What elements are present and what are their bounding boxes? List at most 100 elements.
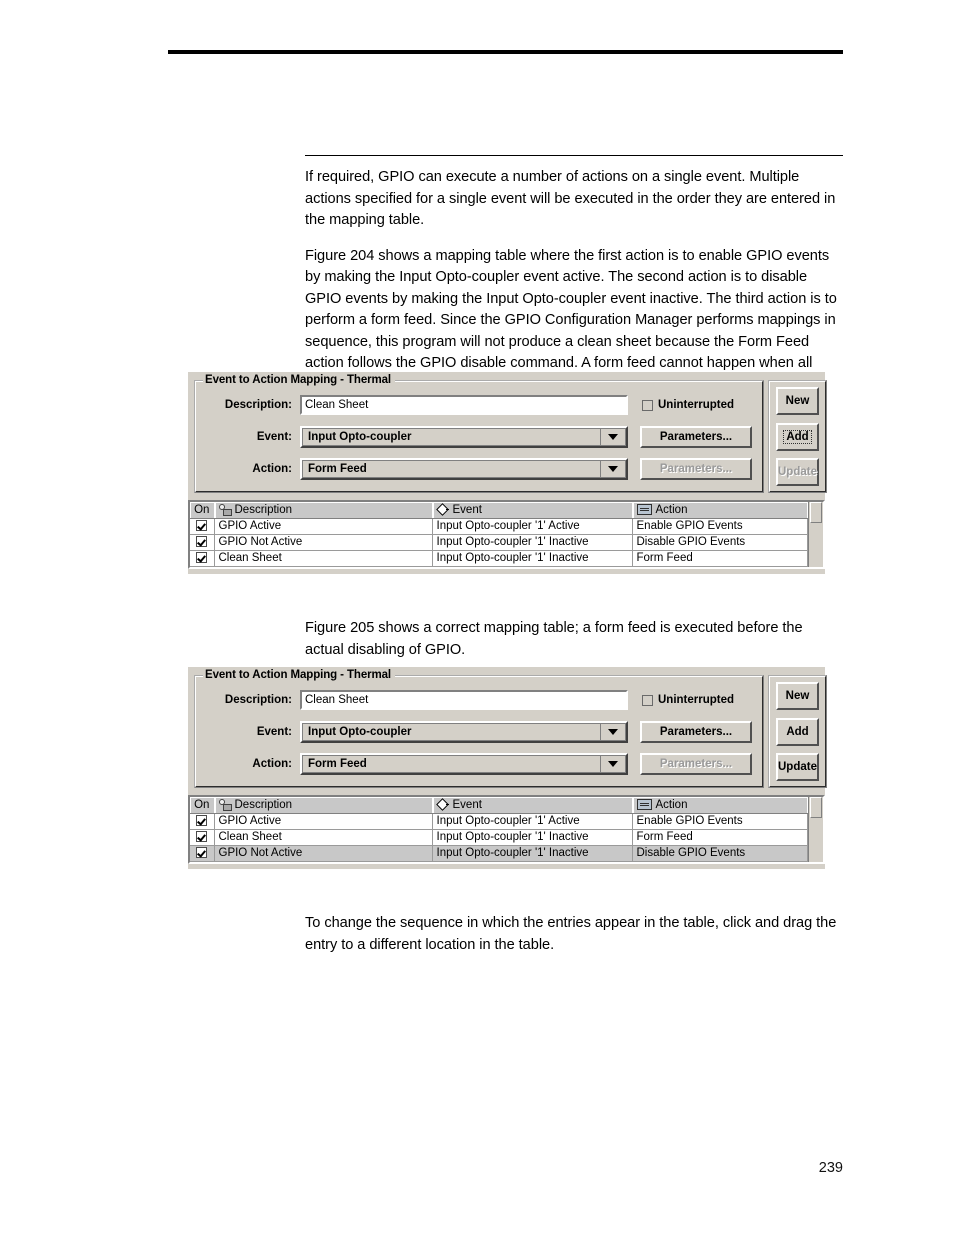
sort-icon: [218, 503, 232, 516]
column-header-event[interactable]: Event: [432, 797, 633, 814]
header-rule: [168, 50, 843, 54]
table-header-row: On Description Event Action: [190, 502, 808, 519]
table-row[interactable]: GPIO Active Input Opto-coupler '1' Active…: [190, 813, 808, 830]
closing-text-block: To change the sequence in which the entr…: [305, 913, 845, 970]
chevron-down-icon[interactable]: [600, 755, 626, 773]
action-select[interactable]: Form Feed: [300, 753, 628, 775]
checkbox-icon[interactable]: [642, 399, 653, 411]
event-action-mapping-dialog-204: Event to Action Mapping - Thermal Descri…: [188, 372, 827, 574]
event-select-value: Input Opto-coupler: [302, 428, 600, 446]
event-icon: [437, 799, 449, 810]
action-row: Action: Form Feed Parameters...: [206, 753, 752, 775]
row-enabled-checkbox[interactable]: [190, 813, 215, 830]
column-header-action[interactable]: Action: [632, 797, 808, 814]
uninterrupted-checkbox[interactable]: Uninterrupted: [642, 694, 734, 706]
action-select[interactable]: Form Feed: [300, 458, 628, 480]
chevron-down-icon[interactable]: [600, 460, 626, 478]
action-parameters-button: Parameters...: [640, 458, 752, 480]
uninterrupted-label: Uninterrupted: [658, 694, 735, 706]
action-icon: [636, 503, 652, 515]
row-event-cell: Input Opto-coupler '1' Inactive: [432, 829, 633, 846]
column-header-description[interactable]: Description: [214, 502, 433, 519]
event-row: Event: Input Opto-coupler Parameters...: [206, 721, 752, 743]
uninterrupted-checkbox[interactable]: Uninterrupted: [642, 399, 734, 411]
checkmark-icon: [196, 535, 208, 547]
row-action-cell: Enable GPIO Events: [632, 518, 808, 535]
action-label: Action:: [252, 758, 292, 770]
dialog-form-area: Event to Action Mapping - Thermal Descri…: [188, 372, 827, 500]
column-header-on[interactable]: On: [190, 502, 215, 519]
mapping-table: On Description Event Action GPIO Active I…: [190, 797, 808, 862]
checkmark-icon: [196, 830, 208, 842]
column-header-description[interactable]: Description: [214, 797, 433, 814]
row-enabled-checkbox[interactable]: [190, 550, 215, 567]
column-header-event[interactable]: Event: [432, 502, 633, 519]
row-action-cell: Disable GPIO Events: [632, 534, 808, 551]
event-select[interactable]: Input Opto-coupler: [300, 721, 628, 743]
mapping-table-container: On Description Event Action GPIO Active I…: [188, 500, 825, 569]
event-parameters-button[interactable]: Parameters...: [640, 721, 752, 743]
paragraph-1: If required, GPIO can execute a number o…: [305, 169, 836, 228]
row-event-cell: Input Opto-coupler '1' Inactive: [432, 845, 633, 862]
event-label: Event:: [256, 431, 292, 443]
event-to-action-mapping-group: Event to Action Mapping - Thermal Descri…: [194, 374, 764, 493]
action-select-value: Form Feed: [302, 755, 600, 773]
checkmark-icon: [196, 551, 208, 563]
section-divider-rule: [305, 155, 843, 156]
description-label: Description:: [224, 399, 292, 411]
new-button[interactable]: New: [776, 682, 819, 710]
action-row: Action: Form Feed Parameters...: [206, 458, 752, 480]
chevron-down-icon[interactable]: [600, 723, 626, 741]
row-description-cell: GPIO Not Active: [214, 534, 433, 551]
dialog-bottom-strip: [188, 863, 825, 869]
row-enabled-checkbox[interactable]: [190, 829, 215, 846]
update-button[interactable]: Update: [776, 753, 819, 781]
row-event-cell: Input Opto-coupler '1' Inactive: [432, 534, 633, 551]
description-row: Description: Clean Sheet Uninterrupted: [206, 689, 752, 711]
new-button[interactable]: New: [776, 387, 819, 415]
row-event-cell: Input Opto-coupler '1' Inactive: [432, 550, 633, 567]
row-enabled-checkbox[interactable]: [190, 534, 215, 551]
event-select-value: Input Opto-coupler: [302, 723, 600, 741]
checkmark-icon: [196, 846, 208, 858]
scrollbar-thumb[interactable]: [810, 797, 822, 818]
action-select-value: Form Feed: [302, 460, 600, 478]
row-enabled-checkbox[interactable]: [190, 518, 215, 535]
event-row: Event: Input Opto-coupler Parameters...: [206, 426, 752, 448]
table-vertical-scrollbar[interactable]: [808, 797, 823, 862]
table-row[interactable]: GPIO Not Active Input Opto-coupler '1' In…: [190, 845, 808, 862]
row-action-cell: Disable GPIO Events: [632, 845, 808, 862]
row-enabled-checkbox[interactable]: [190, 845, 215, 862]
table-row[interactable]: GPIO Not Active Input Opto-coupler '1' In…: [190, 534, 808, 551]
add-button[interactable]: Add: [776, 422, 819, 451]
mapping-table-viewport: On Description Event Action GPIO Active I…: [190, 797, 808, 862]
dialog-bottom-strip: [188, 568, 825, 574]
dialog-button-column: New Add Update: [768, 380, 827, 493]
table-row[interactable]: GPIO Active Input Opto-coupler '1' Active…: [190, 518, 808, 535]
column-header-action[interactable]: Action: [632, 502, 808, 519]
chevron-down-icon[interactable]: [600, 428, 626, 446]
action-label: Action:: [252, 463, 292, 475]
scrollbar-thumb[interactable]: [810, 502, 822, 523]
dialog-button-column: New Add Update: [768, 675, 827, 788]
row-description-cell: Clean Sheet: [214, 829, 433, 846]
event-select[interactable]: Input Opto-coupler: [300, 426, 628, 448]
event-to-action-mapping-group: Event to Action Mapping - Thermal Descri…: [194, 669, 764, 788]
description-input[interactable]: Clean Sheet: [300, 395, 628, 415]
description-input[interactable]: Clean Sheet: [300, 690, 628, 710]
checkbox-icon[interactable]: [642, 694, 653, 706]
event-label: Event:: [256, 726, 292, 738]
row-event-cell: Input Opto-coupler '1' Active: [432, 813, 633, 830]
checkmark-icon: [196, 814, 208, 826]
column-header-on[interactable]: On: [190, 797, 215, 814]
table-vertical-scrollbar[interactable]: [808, 502, 823, 567]
event-parameters-button[interactable]: Parameters...: [640, 426, 752, 448]
table-row[interactable]: Clean Sheet Input Opto-coupler '1' Inacti…: [190, 829, 808, 846]
paragraph-4: To change the sequence in which the entr…: [305, 915, 837, 953]
add-button[interactable]: Add: [776, 717, 819, 746]
update-button: Update: [776, 458, 819, 486]
table-row[interactable]: Clean Sheet Input Opto-coupler '1' Inacti…: [190, 550, 808, 567]
description-label: Description:: [224, 694, 292, 706]
description-row: Description: Clean Sheet Uninterrupted: [206, 394, 752, 416]
checkmark-icon: [196, 519, 208, 531]
